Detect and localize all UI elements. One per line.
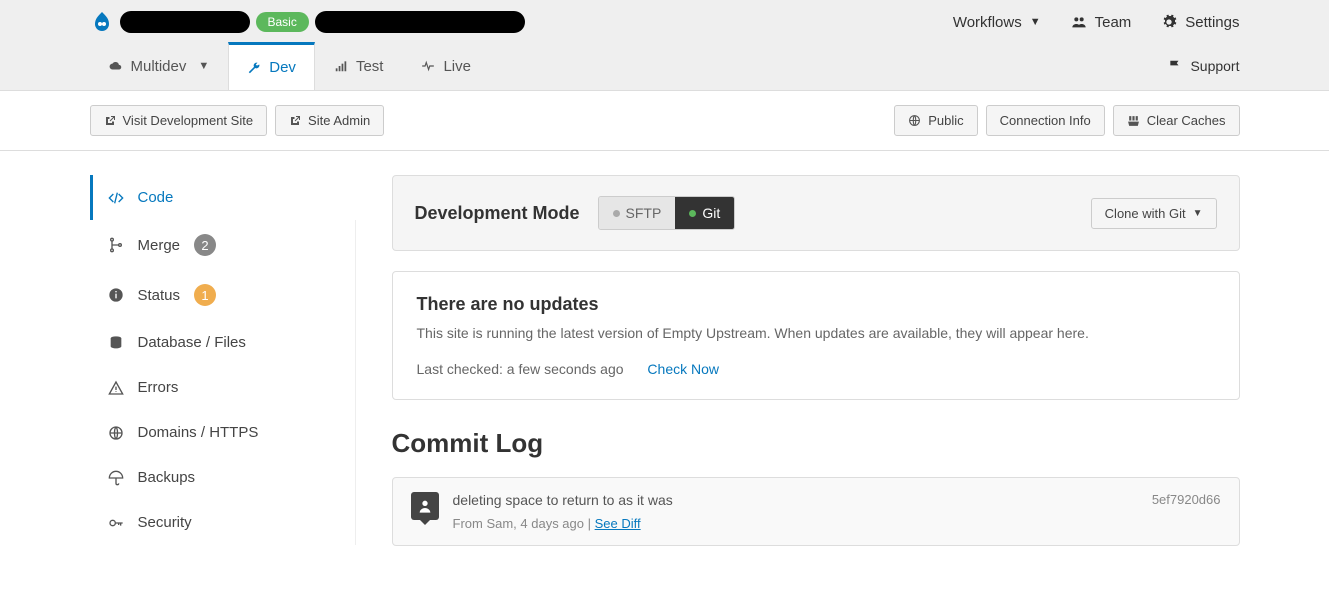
- sidebar-backups-label: Backups: [138, 469, 196, 486]
- sidebar-security-label: Security: [138, 514, 192, 531]
- chevron-down-icon: ▼: [198, 60, 209, 72]
- warning-icon: [108, 380, 124, 396]
- test-icon: [334, 59, 348, 73]
- merge-count-badge: 2: [194, 234, 216, 256]
- settings-label: Settings: [1185, 14, 1239, 31]
- flag-icon: [1168, 59, 1182, 73]
- tab-test[interactable]: Test: [315, 43, 403, 90]
- live-label: Live: [443, 58, 471, 75]
- cloud-icon: [109, 59, 123, 73]
- commit-hash: 5ef7920d66: [1152, 492, 1221, 507]
- dot-icon: [613, 210, 620, 217]
- globe-icon: [908, 114, 921, 127]
- workflows-menu[interactable]: Workflows ▼: [953, 14, 1041, 31]
- commit-log-title: Commit Log: [392, 428, 1240, 459]
- visit-site-label: Visit Development Site: [123, 113, 254, 128]
- gear-icon: [1161, 14, 1177, 30]
- status-count-badge: 1: [194, 284, 216, 306]
- site-admin-label: Site Admin: [308, 113, 370, 128]
- umbrella-icon: [108, 470, 124, 486]
- sidebar-errors-label: Errors: [138, 379, 179, 396]
- dev-mode-toggle: SFTP Git: [598, 196, 736, 230]
- public-button[interactable]: Public: [894, 105, 977, 136]
- sidebar-merge-label: Merge: [138, 237, 181, 254]
- dev-mode-panel: Development Mode SFTP Git Clone with Git…: [392, 175, 1240, 251]
- updates-description: This site is running the latest version …: [417, 325, 1215, 341]
- tab-multidev[interactable]: Multidev ▼: [90, 43, 229, 90]
- drupal-icon: [90, 10, 114, 34]
- sidebar-code-label: Code: [138, 189, 174, 206]
- commit-message: deleting space to return to as it was: [453, 492, 1138, 508]
- clone-git-button[interactable]: Clone with Git ▼: [1091, 198, 1217, 229]
- visit-site-button[interactable]: Visit Development Site: [90, 105, 268, 136]
- clear-caches-button[interactable]: Clear Caches: [1113, 105, 1240, 136]
- dev-label: Dev: [269, 59, 296, 76]
- support-label: Support: [1190, 58, 1239, 74]
- plan-badge: Basic: [256, 12, 309, 32]
- chevron-down-icon: ▼: [1193, 208, 1203, 219]
- dev-mode-label: Development Mode: [415, 203, 580, 224]
- sidebar-status-label: Status: [138, 287, 181, 304]
- sidebar-item-code[interactable]: Code: [90, 175, 356, 220]
- wrench-icon: [247, 61, 261, 75]
- tab-live[interactable]: Live: [402, 43, 490, 90]
- site-admin-button[interactable]: Site Admin: [275, 105, 384, 136]
- connection-info-label: Connection Info: [1000, 113, 1091, 128]
- avatar: [411, 492, 439, 520]
- settings-link[interactable]: Settings: [1161, 14, 1239, 31]
- updates-title: There are no updates: [417, 294, 1215, 315]
- git-label: Git: [702, 205, 720, 221]
- sidebar-item-errors[interactable]: Errors: [90, 365, 356, 410]
- team-link[interactable]: Team: [1071, 14, 1132, 31]
- sidebar-item-security[interactable]: Security: [90, 500, 356, 545]
- chevron-down-icon: ▼: [1030, 16, 1041, 28]
- sidebar-database-label: Database / Files: [138, 334, 246, 351]
- external-link-icon: [289, 115, 301, 127]
- team-label: Team: [1095, 14, 1132, 31]
- merge-icon: [108, 237, 124, 253]
- sidebar-domains-label: Domains / HTTPS: [138, 424, 259, 441]
- updates-panel: There are no updates This site is runnin…: [392, 271, 1240, 400]
- dot-icon: [689, 210, 696, 217]
- sidebar-item-merge[interactable]: Merge 2: [90, 220, 356, 270]
- commit-meta: From Sam, 4 days ago | See Diff: [453, 516, 1138, 531]
- sidebar-item-domains[interactable]: Domains / HTTPS: [90, 410, 356, 455]
- sidebar-item-database[interactable]: Database / Files: [90, 320, 356, 365]
- info-icon: [108, 287, 124, 303]
- support-link[interactable]: Support: [1168, 44, 1239, 88]
- connection-info-button[interactable]: Connection Info: [986, 105, 1105, 136]
- key-icon: [108, 515, 124, 531]
- git-option[interactable]: Git: [675, 197, 734, 229]
- sidebar-item-status[interactable]: Status 1: [90, 270, 356, 320]
- globe-icon: [108, 425, 124, 441]
- workflows-label: Workflows: [953, 14, 1022, 31]
- team-icon: [1071, 14, 1087, 30]
- code-icon: [108, 190, 124, 206]
- site-name-redacted: [120, 11, 250, 33]
- sftp-option[interactable]: SFTP: [599, 197, 676, 229]
- clone-git-label: Clone with Git: [1105, 206, 1186, 221]
- see-diff-link[interactable]: See Diff: [595, 516, 641, 531]
- public-label: Public: [928, 113, 963, 128]
- tab-dev[interactable]: Dev: [228, 42, 315, 90]
- multidev-label: Multidev: [131, 58, 187, 75]
- broom-icon: [1127, 114, 1140, 127]
- commit-meta-text: From Sam, 4 days ago: [453, 516, 585, 531]
- sidebar-item-backups[interactable]: Backups: [90, 455, 356, 500]
- test-label: Test: [356, 58, 384, 75]
- site-detail-redacted: [315, 11, 525, 33]
- sidebar: Code Merge 2 Status 1 Database / Files E…: [90, 175, 356, 546]
- sftp-label: SFTP: [626, 205, 662, 221]
- last-checked-text: Last checked: a few seconds ago: [417, 361, 624, 377]
- pulse-icon: [421, 59, 435, 73]
- external-link-icon: [104, 115, 116, 127]
- database-icon: [108, 335, 124, 351]
- check-now-link[interactable]: Check Now: [647, 361, 719, 377]
- person-icon: [417, 498, 433, 514]
- commit-row: deleting space to return to as it was Fr…: [392, 477, 1240, 546]
- clear-caches-label: Clear Caches: [1147, 113, 1226, 128]
